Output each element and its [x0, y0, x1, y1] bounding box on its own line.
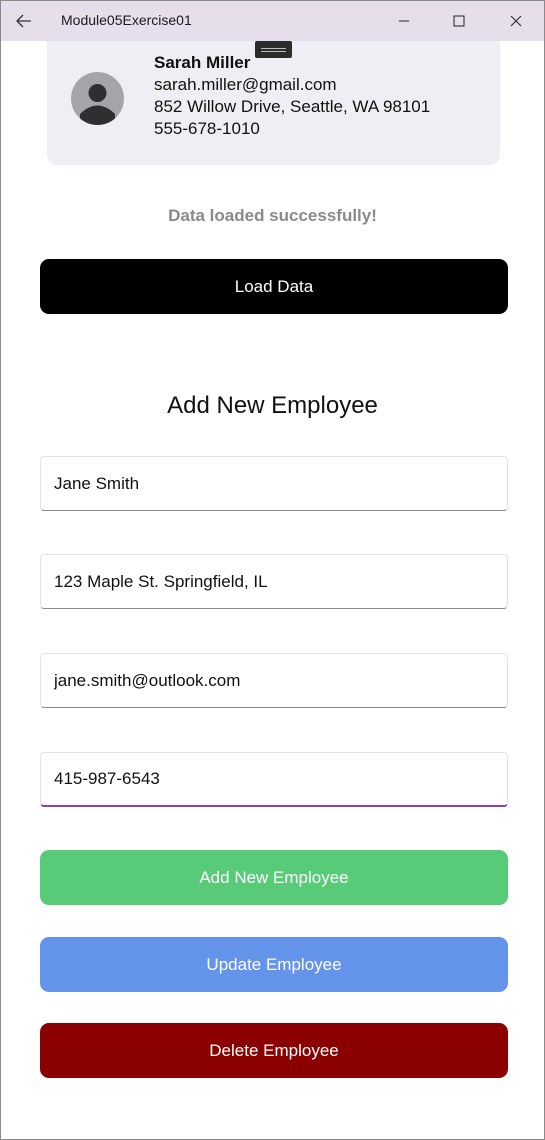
minimize-button[interactable] — [376, 1, 432, 41]
back-button[interactable] — [1, 1, 46, 41]
maximize-button[interactable] — [431, 1, 487, 41]
name-field[interactable] — [40, 456, 508, 511]
employee-phone: 555-678-1010 — [154, 119, 260, 138]
close-icon — [510, 15, 522, 27]
page-content: Sarah Miller sarah.miller@gmail.com 852 … — [1, 41, 544, 1139]
phone-field[interactable] — [40, 752, 508, 807]
load-data-button[interactable]: Load Data — [40, 259, 508, 314]
status-message: Data loaded successfully! — [168, 206, 377, 225]
employee-address: 852 Willow Drive, Seattle, WA 98101 — [154, 97, 431, 116]
employee-name: Sarah Miller — [154, 53, 251, 72]
close-button[interactable] — [488, 1, 544, 41]
minimize-icon — [399, 20, 409, 22]
address-input[interactable] — [41, 555, 507, 608]
window-title: Module05Exercise01 — [61, 12, 192, 28]
employee-card[interactable]: Sarah Miller sarah.miller@gmail.com 852 … — [47, 41, 500, 165]
employee-details: Sarah Miller sarah.miller@gmail.com 852 … — [154, 52, 430, 140]
employee-email: sarah.miller@gmail.com — [154, 75, 337, 94]
form-title: Add New Employee — [167, 392, 378, 419]
address-field[interactable] — [40, 554, 508, 609]
email-input[interactable] — [41, 654, 507, 707]
title-bar: Module05Exercise01 — [1, 1, 544, 41]
update-employee-button[interactable]: Update Employee — [40, 937, 508, 992]
name-input[interactable] — [41, 457, 507, 510]
drag-handle-icon[interactable] — [255, 41, 292, 58]
maximize-icon — [453, 15, 465, 27]
delete-employee-button[interactable]: Delete Employee — [40, 1023, 508, 1078]
phone-input[interactable] — [41, 753, 507, 805]
arrow-left-icon — [15, 14, 31, 28]
email-field[interactable] — [40, 653, 508, 708]
add-employee-button[interactable]: Add New Employee — [40, 850, 508, 905]
person-avatar-icon — [71, 72, 124, 125]
app-window: Module05Exercise01 Sarah Miller sarah.mi… — [0, 0, 545, 1140]
